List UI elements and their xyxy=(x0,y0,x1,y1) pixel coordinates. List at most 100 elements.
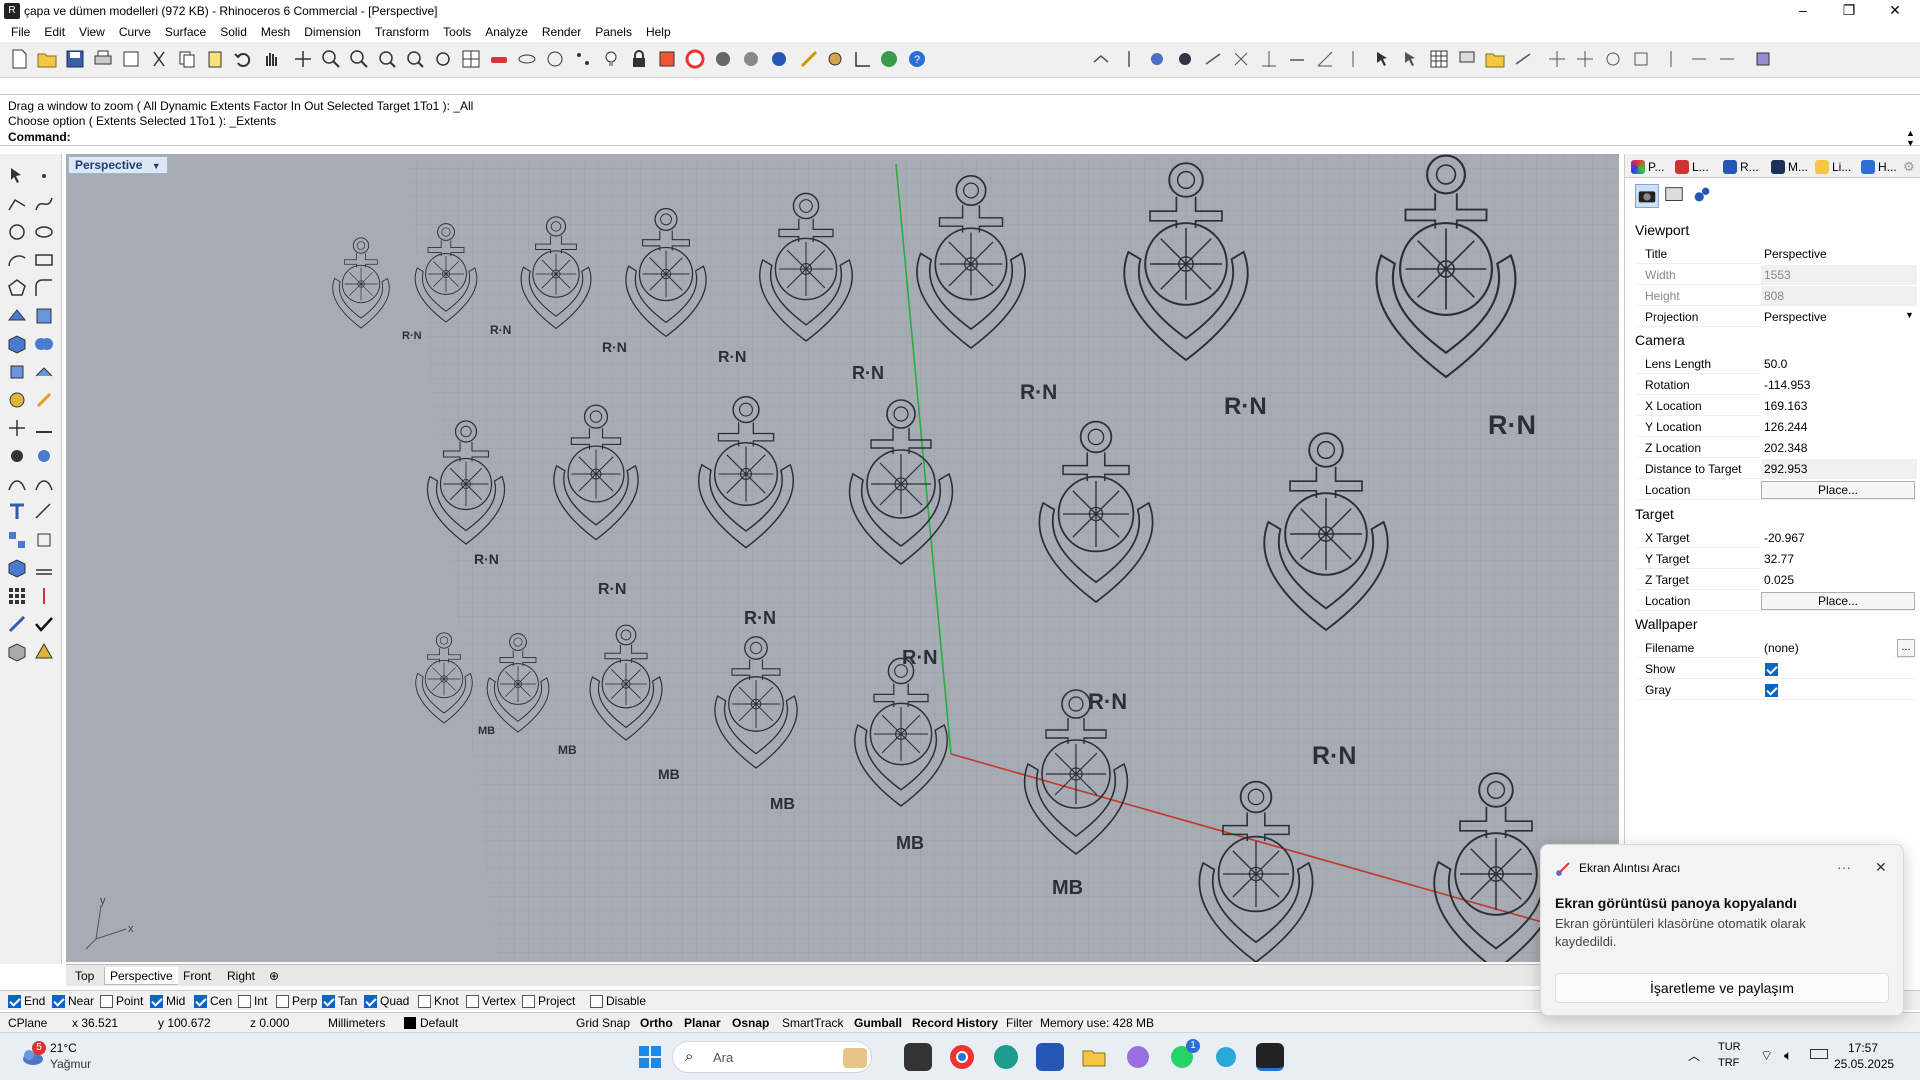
weather-temp[interactable]: 21°C xyxy=(50,1041,77,1055)
menu-tools[interactable]: Tools xyxy=(436,22,478,42)
menu-file[interactable]: File xyxy=(4,22,37,42)
menu-mesh[interactable]: Mesh xyxy=(254,22,297,42)
join-icon[interactable] xyxy=(32,416,56,440)
osnap-cen[interactable]: Cen xyxy=(194,993,232,1009)
clock-time[interactable]: 17:57 xyxy=(1848,1041,1878,1055)
polygon-icon[interactable] xyxy=(5,276,29,300)
four-viewports-icon[interactable] xyxy=(460,48,482,70)
block-icon[interactable] xyxy=(32,444,56,468)
ellipse-icon[interactable] xyxy=(32,220,56,244)
distance-icon[interactable] xyxy=(1258,48,1280,70)
named-view-icon[interactable] xyxy=(544,48,566,70)
mirror-tool-icon[interactable] xyxy=(1660,48,1682,70)
maximize-button[interactable]: ❐ xyxy=(1826,0,1872,22)
split-icon[interactable] xyxy=(5,416,29,440)
windows-start-icon[interactable] xyxy=(636,1043,664,1071)
history-icon[interactable] xyxy=(1512,48,1534,70)
array-tool-icon[interactable] xyxy=(1688,48,1710,70)
command-input[interactable] xyxy=(72,130,1892,144)
display-icon[interactable] xyxy=(1663,184,1687,208)
render-icon[interactable] xyxy=(798,48,820,70)
more-options-icon[interactable]: ··· xyxy=(1837,859,1851,875)
tab-help[interactable]: H... xyxy=(1861,157,1897,177)
tab-layers[interactable]: L... xyxy=(1675,157,1709,177)
toolbar-options-icon[interactable] xyxy=(1752,48,1774,70)
light-bulb-icon[interactable] xyxy=(600,48,622,70)
filter-toggle[interactable]: Filter xyxy=(1006,1015,1033,1031)
select-tool-icon[interactable] xyxy=(1372,48,1394,70)
dimension-tool-icon[interactable] xyxy=(32,500,56,524)
tab-right[interactable]: Right xyxy=(222,967,261,985)
rendered-sphere-icon[interactable] xyxy=(768,48,790,70)
zoom-extents-icon[interactable] xyxy=(376,48,398,70)
analyze-tool-icon[interactable] xyxy=(1090,48,1112,70)
perspective-viewport[interactable]: R·N R·N R·N R·N R·N R·N R·N R·N R·N R·N … xyxy=(66,154,1619,962)
osnap-perp[interactable]: Perp xyxy=(276,993,317,1009)
notification-toast[interactable]: Ekran Alıntısı Aracı ··· ✕ Ekran görüntü… xyxy=(1540,844,1904,1016)
zebra-icon[interactable] xyxy=(1146,48,1168,70)
fillet-curve-icon[interactable] xyxy=(32,276,56,300)
solid-tools-icon[interactable] xyxy=(5,556,29,580)
offset-icon[interactable] xyxy=(5,472,29,496)
lock-icon[interactable] xyxy=(628,48,650,70)
clock-date[interactable]: 25.05.2025 xyxy=(1834,1057,1894,1071)
ortho-toggle[interactable]: Ortho xyxy=(640,1015,673,1031)
edge-tools-icon[interactable] xyxy=(1230,48,1252,70)
add-tab-icon[interactable]: ⊕ xyxy=(264,967,285,985)
close-icon[interactable]: ✕ xyxy=(1875,859,1887,876)
layer-icon[interactable] xyxy=(656,48,678,70)
array-icon[interactable] xyxy=(5,584,29,608)
y-location-field[interactable]: 126.244 xyxy=(1761,417,1917,437)
shaded-sphere-icon[interactable] xyxy=(740,48,762,70)
env-map-icon[interactable] xyxy=(1174,48,1196,70)
group-icon[interactable] xyxy=(5,444,29,468)
copy-icon[interactable] xyxy=(176,48,198,70)
smarttrack-toggle[interactable]: SmartTrack xyxy=(782,1015,844,1031)
new-file-icon[interactable] xyxy=(8,48,30,70)
text-icon[interactable] xyxy=(5,500,29,524)
store-icon[interactable] xyxy=(1036,1043,1064,1071)
move-tool-icon[interactable] xyxy=(1574,48,1596,70)
rhino-taskbar-icon[interactable] xyxy=(1256,1043,1284,1071)
osnap-tan[interactable]: Tan xyxy=(322,993,357,1009)
osnap-knot[interactable]: Knot xyxy=(418,993,459,1009)
weather-icon[interactable]: 5 xyxy=(18,1041,46,1071)
circle-icon[interactable] xyxy=(5,220,29,244)
osnap-project[interactable]: Project xyxy=(522,993,575,1009)
osnap-mid[interactable]: Mid xyxy=(150,993,185,1009)
open-folder-icon[interactable] xyxy=(36,48,58,70)
tab-properties[interactable]: P... xyxy=(1631,157,1664,177)
osnap-point[interactable]: Point xyxy=(100,993,143,1009)
point-icon[interactable] xyxy=(32,164,56,188)
make2d-icon[interactable] xyxy=(32,556,56,580)
zoom-icon[interactable] xyxy=(320,48,342,70)
lang-primary[interactable]: TUR xyxy=(1718,1041,1741,1053)
named-cplane-icon[interactable] xyxy=(516,48,538,70)
display-mode-icon[interactable] xyxy=(1456,48,1478,70)
battery-icon[interactable] xyxy=(1810,1049,1828,1059)
grid-display-icon[interactable] xyxy=(1428,48,1450,70)
viewport-title-tab[interactable]: Perspective ▼ xyxy=(68,156,168,174)
y-target-field[interactable]: 32.77 xyxy=(1761,549,1917,569)
import-icon[interactable] xyxy=(120,48,142,70)
boolean-union-icon[interactable] xyxy=(32,332,56,356)
copilot-icon[interactable] xyxy=(1124,1043,1152,1071)
x-location-field[interactable]: 169.163 xyxy=(1761,396,1917,416)
osnap-end[interactable]: End xyxy=(8,993,45,1009)
cplane-label[interactable]: CPlane xyxy=(8,1015,47,1031)
minimize-button[interactable]: – xyxy=(1780,0,1826,22)
color-wheel-icon[interactable] xyxy=(684,48,706,70)
task-view-icon[interactable] xyxy=(904,1043,932,1071)
volume-icon[interactable]: 🔈︎ xyxy=(1784,1047,1792,1064)
weather-desc[interactable]: Yağmur xyxy=(50,1057,91,1071)
target-place-button[interactable]: Place... xyxy=(1761,592,1915,610)
scale-tool-icon[interactable] xyxy=(1630,48,1652,70)
mesh-icon[interactable] xyxy=(32,360,56,384)
length-icon[interactable] xyxy=(1286,48,1308,70)
undo-icon[interactable] xyxy=(232,48,254,70)
select-points-icon[interactable] xyxy=(572,48,594,70)
fillet-icon[interactable] xyxy=(32,472,56,496)
chevron-down-icon[interactable]: ▼ xyxy=(152,161,161,171)
camera-place-button[interactable]: Place... xyxy=(1761,481,1915,499)
osnap-toggle[interactable]: Osnap xyxy=(732,1015,769,1031)
